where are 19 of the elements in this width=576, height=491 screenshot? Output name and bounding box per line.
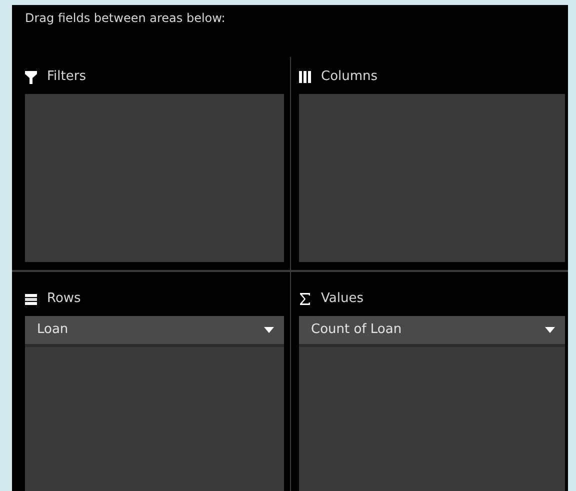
area-title: Filters (47, 68, 86, 86)
caret-icon (264, 327, 274, 333)
area-title: Rows (47, 290, 81, 308)
sigma-icon (299, 293, 311, 305)
columns-icon (299, 71, 311, 83)
field-dropdown[interactable]: Count of Loan (299, 316, 565, 347)
field-name: Loan (37, 321, 68, 340)
caret-icon (545, 327, 555, 333)
area-title: Columns (321, 68, 378, 86)
rows-icon (25, 294, 37, 304)
filter-icon (25, 70, 37, 84)
field-dropdown[interactable]: Loan (25, 316, 284, 347)
drop-area[interactable] (25, 94, 284, 262)
drop-area[interactable]: Count of Loan (299, 316, 565, 491)
drop-area[interactable] (299, 94, 565, 262)
area-title: Values (321, 290, 364, 308)
drop-area[interactable]: Loan (25, 316, 284, 491)
field-name: Count of Loan (311, 321, 402, 340)
instruction-text: Drag fields between areas below: (25, 11, 226, 25)
